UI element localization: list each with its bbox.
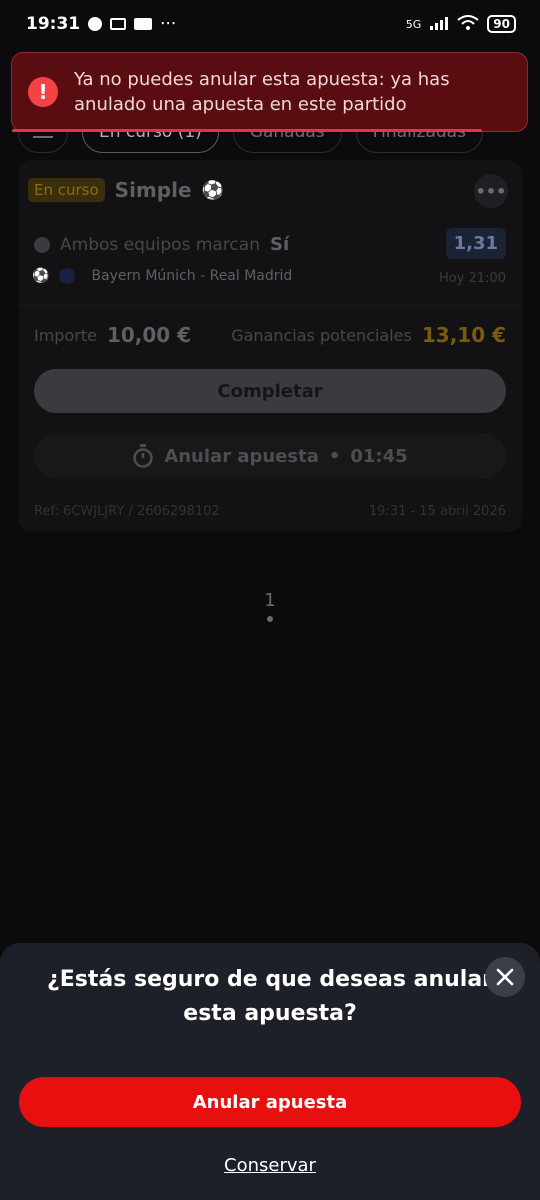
complete-button[interactable]: Completar	[34, 369, 506, 413]
soccer-icon: ⚽	[32, 268, 50, 284]
winnings-label: Ganancias potenciales	[231, 325, 412, 345]
error-toast: ! Ya no puedes anular esta apuesta: ya h…	[11, 52, 528, 132]
bet-card: En curso Simple ⚽ ••• Ambos equipos marc…	[18, 160, 522, 532]
cancel-timer: 01:45	[350, 445, 408, 467]
soccer-ball-icon: ⚽	[201, 179, 224, 201]
close-icon	[496, 968, 514, 986]
selection-label: Sí	[269, 234, 290, 255]
bet-placed-at: 19:31 - 15 abril 2026	[368, 504, 506, 519]
cancel-bet-label: Anular apuesta	[164, 445, 319, 467]
page-number[interactable]: 1	[0, 590, 540, 611]
alert-icon: !	[28, 77, 58, 107]
winnings-value: 13,10 €	[421, 323, 506, 347]
competition-icon	[59, 268, 76, 284]
bet-type: Simple	[114, 178, 192, 202]
stake-value: 10,00 €	[106, 323, 192, 347]
clock-icon	[34, 236, 50, 253]
stake-label: Importe	[34, 325, 97, 345]
toast-progress-bar	[12, 129, 482, 132]
status-badge: En curso	[28, 178, 105, 202]
keep-bet-link[interactable]: Conservar	[0, 1155, 540, 1176]
close-button[interactable]	[485, 957, 525, 997]
cancel-separator: •	[328, 445, 341, 467]
match-time: Hoy 21:00	[438, 271, 506, 286]
odds-badge: 1,31	[445, 228, 506, 259]
confirm-cancel-button[interactable]: Anular apuesta	[19, 1077, 521, 1127]
toast-message: Ya no puedes anular esta apuesta: ya has…	[74, 69, 450, 115]
sheet-title: ¿Estás seguro de que deseas anular esta …	[46, 967, 494, 1026]
more-options-button[interactable]: •••	[474, 174, 508, 208]
page-indicator-dot	[267, 616, 273, 622]
confirm-sheet: ¿Estás seguro de que deseas anular esta …	[0, 943, 540, 1200]
match-name: Bayern Múnich - Real Madrid	[91, 268, 293, 284]
stopwatch-icon	[133, 444, 154, 468]
cancel-bet-button[interactable]: Anular apuesta • 01:45	[34, 433, 506, 479]
divider	[18, 305, 522, 306]
bet-reference: Ref: 6CWJLJRY / 2606298102	[34, 504, 220, 519]
market-label: Ambos equipos marcan	[60, 234, 260, 255]
